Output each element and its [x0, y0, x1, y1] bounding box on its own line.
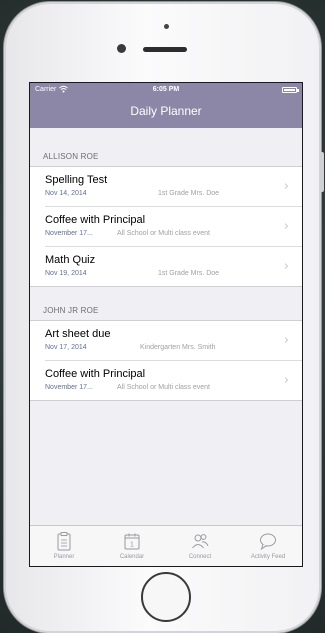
event-title: Math Quiz: [45, 254, 96, 266]
section-header-john-jr-roe: JOHN JR ROE: [30, 297, 302, 319]
event-date: Nov 17, 2014: [45, 344, 87, 351]
tab-planner[interactable]: Planner: [30, 526, 98, 566]
chevron-right-icon: ›: [283, 333, 289, 348]
tab-connect[interactable]: Connect: [166, 526, 234, 566]
list-item[interactable]: Math Quiz Nov 19, 2014 1st Grade Mrs. Do…: [45, 247, 302, 286]
tab-bar: Planner 1 Calendar Connect Activity Feed: [30, 525, 302, 566]
tab-label: Planner: [53, 554, 75, 560]
tab-activity-feed[interactable]: Activity Feed: [234, 526, 302, 566]
event-detail: 1st Grade Mrs. Doe: [158, 270, 220, 277]
event-list-allison-roe: Spelling Test Nov 14, 2014 1st Grade Mrs…: [30, 166, 302, 287]
app-screen: Carrier 6:05 PM Daily Planner ALLISON RO…: [29, 82, 303, 567]
event-title: Art sheet due: [45, 328, 111, 340]
earpiece-speaker: [143, 47, 187, 52]
event-title: Coffee with Principal: [45, 214, 146, 226]
home-button[interactable]: [141, 572, 191, 622]
section-header-allison-roe: ALLISON ROE: [30, 143, 302, 165]
people-icon: [192, 534, 209, 549]
event-title: Coffee with Principal: [45, 368, 146, 380]
list-item[interactable]: Art sheet due Nov 17, 2014 Kindergarten …: [45, 321, 302, 361]
calendar-day-number: 1: [130, 542, 134, 549]
page-title: Daily Planner: [130, 104, 202, 118]
section-header-label: JOHN JR ROE: [43, 306, 99, 315]
battery-icon: [282, 87, 297, 93]
chevron-right-icon: ›: [283, 219, 289, 234]
chevron-right-icon: ›: [283, 259, 289, 274]
list-item[interactable]: Coffee with Principal November 17... All…: [45, 361, 302, 400]
chevron-right-icon: ›: [283, 179, 289, 194]
status-bar: Carrier 6:05 PM: [30, 83, 302, 97]
event-title: Spelling Test: [45, 174, 108, 186]
event-detail: All School or Multi class event: [117, 230, 210, 237]
event-list-john-jr-roe: Art sheet due Nov 17, 2014 Kindergarten …: [30, 320, 302, 401]
list-item[interactable]: Coffee with Principal November 17... All…: [45, 207, 302, 247]
event-detail: All School or Multi class event: [117, 384, 210, 391]
list-item[interactable]: Spelling Test Nov 14, 2014 1st Grade Mrs…: [45, 167, 302, 207]
front-camera: [117, 44, 126, 53]
navigation-bar: Carrier 6:05 PM Daily Planner: [30, 83, 302, 128]
background: Carrier 6:05 PM Daily Planner ALLISON RO…: [0, 0, 325, 633]
battery-tip: [297, 89, 299, 92]
event-date: November 17...: [45, 384, 93, 391]
event-detail: Kindergarten Mrs. Smith: [140, 344, 216, 351]
speech-bubble-icon: [260, 533, 276, 551]
event-date: November 17...: [45, 230, 93, 237]
event-date: Nov 19, 2014: [45, 270, 87, 277]
tab-calendar[interactable]: 1 Calendar: [98, 526, 166, 566]
power-button: [320, 152, 324, 192]
tab-label: Activity Feed: [250, 554, 286, 560]
calendar-icon: 1: [124, 533, 140, 550]
proximity-sensor: [164, 24, 169, 29]
clipboard-icon: [57, 532, 71, 551]
event-date: Nov 14, 2014: [45, 190, 87, 197]
tab-label: Calendar: [119, 554, 145, 560]
tab-label: Connect: [188, 554, 212, 560]
event-detail: 1st Grade Mrs. Doe: [158, 190, 220, 197]
status-time: 6:05 PM: [152, 86, 180, 93]
chevron-right-icon: ›: [283, 373, 289, 388]
section-header-label: ALLISON ROE: [43, 152, 99, 161]
